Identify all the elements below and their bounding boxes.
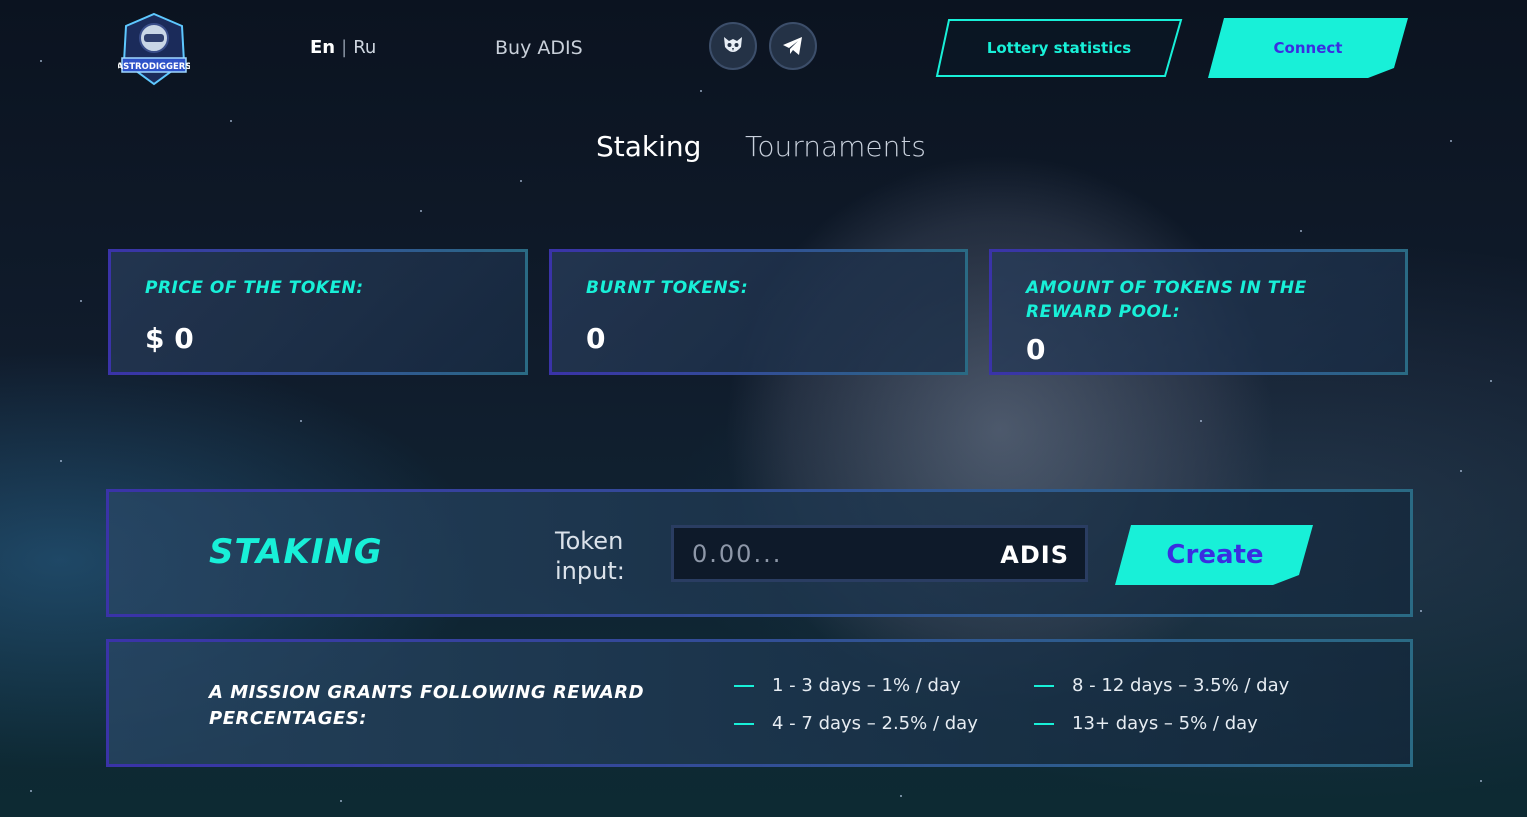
- create-button[interactable]: Create: [1115, 525, 1315, 585]
- top-nav: ASTRODIGGERS En | Ru Buy ADIS Lottery stat…: [0, 0, 1527, 100]
- dash-icon: [734, 685, 754, 687]
- reward-title: A MISSION GRANTS FOLLOWING REWARD PERCEN…: [209, 682, 645, 729]
- staking-title: STAKING: [209, 532, 383, 572]
- create-label: Create: [1166, 540, 1264, 570]
- connect-button[interactable]: Connect: [1208, 18, 1408, 78]
- stat-label: AMOUNT OF TOKENS IN THE REWARD POOL:: [1026, 278, 1307, 322]
- lang-separator: |: [341, 37, 348, 58]
- stat-label: BURNT TOKENS:: [586, 278, 749, 298]
- stat-card-reward-pool: AMOUNT OF TOKENS IN THE REWARD POOL: 0: [989, 249, 1408, 375]
- astrodiggers-logo[interactable]: ASTRODIGGERS: [117, 12, 191, 86]
- dash-icon: [1034, 723, 1054, 725]
- reward-item: 13+ days – 5% / day: [1034, 713, 1258, 734]
- reward-item-text: 8 - 12 days – 3.5% / day: [1072, 675, 1290, 696]
- reward-panel: A MISSION GRANTS FOLLOWING REWARD PERCEN…: [106, 639, 1413, 767]
- stat-value: $ 0: [145, 322, 194, 355]
- reward-item-text: 1 - 3 days – 1% / day: [772, 675, 961, 696]
- telegram-icon[interactable]: [769, 22, 817, 70]
- lang-en-link[interactable]: En: [310, 37, 335, 58]
- lottery-statistics-label: Lottery statistics: [986, 39, 1132, 57]
- stat-value: 0: [586, 322, 606, 355]
- reward-item: 4 - 7 days – 2.5% / day: [734, 713, 978, 734]
- dash-icon: [1034, 685, 1054, 687]
- token-amount-input[interactable]: [674, 538, 974, 569]
- stat-card-burnt-tokens: BURNT TOKENS: 0: [549, 249, 968, 375]
- reward-item: 8 - 12 days – 3.5% / day: [1034, 675, 1289, 696]
- main-tabs: Staking Tournaments: [0, 130, 1527, 170]
- reward-item-text: 13+ days – 5% / day: [1072, 713, 1258, 734]
- tab-staking[interactable]: Staking: [596, 130, 701, 163]
- stat-value: 0: [1026, 333, 1046, 366]
- reward-item-text: 4 - 7 days – 2.5% / day: [772, 713, 978, 734]
- stat-card-token-price: PRICE OF THE TOKEN: $ 0: [108, 249, 528, 375]
- reward-item: 1 - 3 days – 1% / day: [734, 675, 961, 696]
- lottery-statistics-button[interactable]: Lottery statistics: [935, 18, 1183, 78]
- connect-label: Connect: [1273, 39, 1343, 57]
- token-input-box: ADIS: [671, 525, 1088, 582]
- token-unit-label: ADIS: [1000, 541, 1069, 569]
- tab-tournaments[interactable]: Tournaments: [745, 130, 926, 163]
- dash-icon: [734, 723, 754, 725]
- svg-text:ASTRODIGGERS: ASTRODIGGERS: [118, 62, 190, 72]
- lang-ru-link[interactable]: Ru: [353, 37, 376, 58]
- staking-panel: STAKING Token input: ADIS Create: [106, 489, 1413, 617]
- owl-icon[interactable]: [709, 22, 757, 70]
- stat-label: PRICE OF THE TOKEN:: [145, 278, 364, 298]
- language-switcher: En | Ru: [310, 37, 376, 58]
- token-input-label: Token input:: [555, 527, 625, 585]
- buy-adis-link[interactable]: Buy ADIS: [495, 37, 583, 59]
